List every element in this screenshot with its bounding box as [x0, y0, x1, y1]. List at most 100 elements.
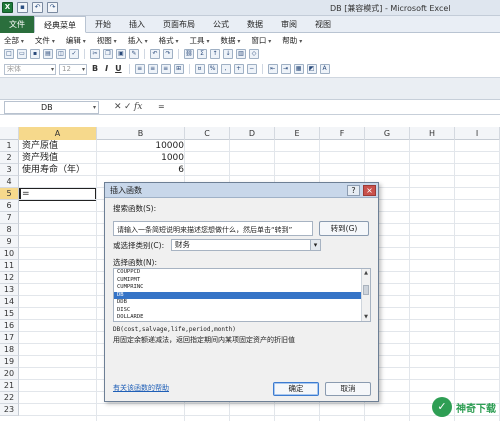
- row-header-10[interactable]: 10: [0, 248, 19, 260]
- function-list-item[interactable]: DB: [114, 291, 370, 299]
- row-header-5[interactable]: 5: [0, 188, 19, 200]
- undo-icon[interactable]: ↶: [32, 2, 43, 13]
- sort-descending-icon[interactable]: ↓: [223, 49, 233, 59]
- save-icon[interactable]: ▪: [17, 2, 28, 13]
- menu-all[interactable]: 全部: [0, 33, 31, 47]
- row-header-17[interactable]: 17: [0, 332, 19, 344]
- autosum-icon[interactable]: Σ: [197, 49, 207, 59]
- paste-icon[interactable]: ▣: [116, 49, 126, 59]
- print-preview-icon[interactable]: ◫: [56, 49, 66, 59]
- redo-icon[interactable]: ↷: [47, 2, 58, 13]
- row-header-16[interactable]: 16: [0, 320, 19, 332]
- search-function-input[interactable]: 请输入一条简短说明来描述您想做什么，然后单击“转到”: [113, 221, 313, 236]
- row-header-12[interactable]: 12: [0, 272, 19, 284]
- save-icon[interactable]: ▪: [30, 49, 40, 59]
- column-header-c[interactable]: C: [185, 127, 230, 140]
- decrease-decimal-icon[interactable]: −: [246, 64, 257, 74]
- tab-classic-menu[interactable]: 经典菜单: [34, 16, 86, 33]
- menu-insert[interactable]: 插入: [124, 33, 155, 47]
- sort-ascending-icon[interactable]: ↑: [210, 49, 220, 59]
- column-header-h[interactable]: H: [410, 127, 455, 140]
- row-header-18[interactable]: 18: [0, 344, 19, 356]
- select-all-corner[interactable]: [0, 127, 19, 140]
- open-icon[interactable]: ▭: [17, 49, 27, 59]
- close-icon[interactable]: ×: [363, 185, 376, 196]
- currency-icon[interactable]: ¤: [194, 64, 205, 74]
- font-color-icon[interactable]: A: [319, 64, 330, 74]
- help-icon[interactable]: ?: [347, 185, 360, 196]
- spelling-icon[interactable]: ✓: [69, 49, 79, 59]
- new-icon[interactable]: □: [4, 49, 14, 59]
- function-list-item[interactable]: CUMPRINC: [114, 284, 370, 292]
- category-select[interactable]: 财务: [171, 239, 321, 251]
- function-help-link[interactable]: 有关该函数的帮助: [113, 383, 169, 393]
- menu-window[interactable]: 窗口: [247, 33, 278, 47]
- decrease-indent-icon[interactable]: ⇤: [267, 64, 278, 74]
- bold-button[interactable]: B: [90, 64, 100, 74]
- row-header-3[interactable]: 3: [0, 164, 19, 176]
- column-header-e[interactable]: E: [275, 127, 320, 140]
- row-header-9[interactable]: 9: [0, 236, 19, 248]
- undo-icon[interactable]: ↶: [150, 49, 160, 59]
- row-header-7[interactable]: 7: [0, 212, 19, 224]
- menu-format[interactable]: 格式: [155, 33, 186, 47]
- increase-indent-icon[interactable]: ⇥: [280, 64, 291, 74]
- column-header-d[interactable]: D: [230, 127, 275, 140]
- copy-icon[interactable]: ❐: [103, 49, 113, 59]
- cut-icon[interactable]: ✂: [90, 49, 100, 59]
- menu-data[interactable]: 数据: [216, 33, 247, 47]
- enter-check-icon[interactable]: ✓: [124, 102, 132, 112]
- ok-button[interactable]: 确定: [273, 382, 319, 396]
- tab-insert[interactable]: 插入: [120, 16, 154, 33]
- row-header-14[interactable]: 14: [0, 296, 19, 308]
- function-list-scrollbar[interactable]: ▲ ▼: [361, 269, 370, 321]
- row-header-13[interactable]: 13: [0, 284, 19, 296]
- row-header-6[interactable]: 6: [0, 200, 19, 212]
- tab-page-layout[interactable]: 页面布局: [154, 16, 204, 33]
- redo-icon[interactable]: ↷: [163, 49, 173, 59]
- row-header-15[interactable]: 15: [0, 308, 19, 320]
- fill-color-icon[interactable]: ◩: [306, 64, 317, 74]
- increase-decimal-icon[interactable]: +: [233, 64, 244, 74]
- row-header-8[interactable]: 8: [0, 224, 19, 236]
- column-header-a[interactable]: A: [19, 127, 97, 140]
- borders-icon[interactable]: ▦: [293, 64, 304, 74]
- underline-button[interactable]: U: [113, 64, 124, 74]
- row-header-11[interactable]: 11: [0, 260, 19, 272]
- drawing-icon[interactable]: ◇: [249, 49, 259, 59]
- name-box[interactable]: DB: [4, 101, 99, 114]
- align-center-icon[interactable]: ≡: [147, 64, 158, 74]
- align-left-icon[interactable]: ≡: [134, 64, 145, 74]
- tab-formulas[interactable]: 公式: [204, 16, 238, 33]
- tab-file[interactable]: 文件: [0, 16, 34, 33]
- menu-tools[interactable]: 工具: [186, 33, 217, 47]
- font-size-select[interactable]: 12: [59, 63, 87, 75]
- tab-data[interactable]: 数据: [238, 16, 272, 33]
- scroll-thumb[interactable]: [363, 285, 369, 295]
- percent-icon[interactable]: %: [207, 64, 218, 74]
- row-header-21[interactable]: 21: [0, 380, 19, 392]
- font-name-select[interactable]: 宋体: [4, 63, 56, 75]
- row-header-23[interactable]: 23: [0, 404, 19, 416]
- row-header-20[interactable]: 20: [0, 368, 19, 380]
- merge-center-icon[interactable]: ⊞: [173, 64, 184, 74]
- function-list-item[interactable]: CUMIPMT: [114, 277, 370, 285]
- function-list[interactable]: COUPPCD CUMIPMT CUMPRINC DB DDB DISC DOLLARDE …: [113, 268, 371, 322]
- row-header-19[interactable]: 19: [0, 356, 19, 368]
- row-header-22[interactable]: 22: [0, 392, 19, 404]
- cancel-button[interactable]: 取消: [325, 382, 371, 396]
- align-right-icon[interactable]: ≡: [160, 64, 171, 74]
- goto-button[interactable]: 转到(G): [319, 221, 369, 236]
- print-icon[interactable]: ▤: [43, 49, 53, 59]
- scroll-down-icon[interactable]: ▼: [362, 313, 370, 321]
- column-header-f[interactable]: F: [320, 127, 365, 140]
- row-header-4[interactable]: 4: [0, 176, 19, 188]
- comma-style-icon[interactable]: ,: [220, 64, 231, 74]
- menu-file[interactable]: 文件: [31, 33, 62, 47]
- menu-edit[interactable]: 编辑: [62, 33, 93, 47]
- function-list-item[interactable]: DOLLARDE: [114, 314, 370, 321]
- row-header-1[interactable]: 1: [0, 140, 19, 152]
- column-header-b[interactable]: B: [97, 127, 185, 140]
- hyperlink-icon[interactable]: ⛓: [184, 49, 194, 59]
- column-header-i[interactable]: I: [455, 127, 500, 140]
